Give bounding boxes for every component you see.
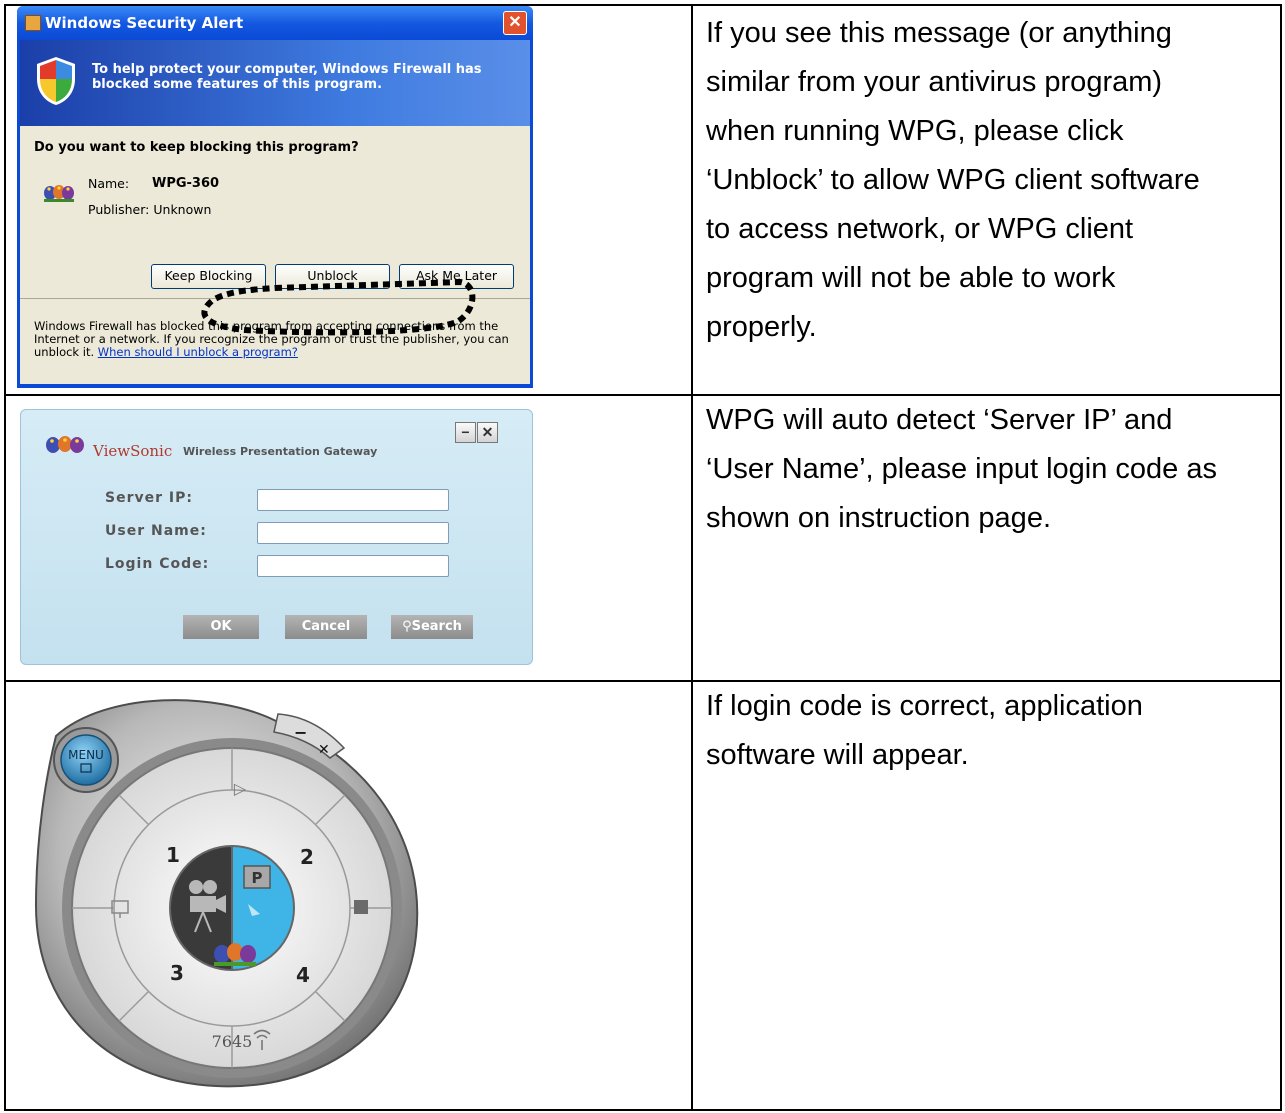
row1-line: program will not be able to work	[706, 262, 1116, 294]
shield-small-icon	[25, 15, 41, 31]
login-code-display: 7645	[212, 1032, 253, 1051]
name-value: WPG-360	[152, 176, 220, 191]
row1-line: to access network, or WPG client	[706, 213, 1134, 245]
dialog-title: Windows Security Alert	[45, 14, 244, 32]
viewsonic-birds-icon	[214, 943, 256, 966]
publisher-line: Publisher: Unknown	[88, 202, 211, 217]
cancel-button[interactable]: Cancel	[285, 615, 367, 639]
minimize-button[interactable]: −	[455, 422, 476, 443]
quadrant-2-label[interactable]: 2	[300, 845, 314, 869]
user-name-label: User Name:	[105, 523, 207, 539]
table-border-left	[4, 4, 6, 1111]
row2-line: WPG will auto detect ‘Server IP’ and	[706, 404, 1173, 436]
minimize-button[interactable]: −	[294, 723, 307, 742]
quadrant-1-label[interactable]: 1	[166, 843, 180, 867]
quadrant-4-label[interactable]: 4	[296, 963, 310, 987]
stop-button[interactable]	[354, 900, 368, 914]
publisher-value: Unknown	[153, 202, 212, 217]
dial-application: P 1 2 3 4 ▷ 7645 − ✕ MENU	[34, 699, 419, 1088]
server-ip-input[interactable]	[257, 489, 449, 511]
divider	[20, 298, 530, 299]
row3-description: If login code is correct, application so…	[706, 682, 1276, 780]
brand-name: ViewSonic	[93, 442, 173, 460]
table-border-right	[1280, 4, 1282, 1111]
table-border-bottom	[4, 1109, 1282, 1111]
dialog-titlebar[interactable]: Windows Security Alert	[17, 6, 533, 40]
magnifier-icon: ⚲	[402, 619, 412, 634]
name-label: Name:	[88, 176, 130, 191]
row1-line: similar from your antivirus program)	[706, 66, 1163, 98]
row1-line: when running WPG, please click	[706, 115, 1124, 147]
dialog-banner: To help protect your computer, Windows F…	[20, 40, 530, 126]
login-subtitle: Wireless Presentation Gateway	[183, 445, 378, 458]
row1-line: ‘Unblock’ to allow WPG client software	[706, 164, 1200, 196]
viewsonic-logo-icon	[46, 436, 84, 453]
server-ip-label: Server IP:	[105, 490, 193, 506]
security-alert-dialog: Windows Security Alert ✕ To help protect…	[17, 6, 533, 388]
question-text: Do you want to keep blocking this progra…	[34, 140, 359, 155]
close-button[interactable]: ✕	[477, 422, 498, 443]
shield-icon	[37, 57, 75, 105]
row3-line: software will appear.	[706, 739, 969, 771]
row2-line: shown on instruction page.	[706, 502, 1051, 534]
login-code-label: Login Code:	[105, 556, 210, 572]
search-button-label: Search	[411, 619, 462, 634]
ask-me-later-button[interactable]: Ask Me Later	[399, 264, 514, 289]
dialog-body: Do you want to keep blocking this progra…	[20, 126, 530, 384]
unblock-help-link[interactable]: When should I unblock a program?	[98, 345, 298, 359]
user-name-input[interactable]	[257, 522, 449, 544]
row2-description: WPG will auto detect ‘Server IP’ and ‘Us…	[706, 396, 1276, 543]
row2-line: ‘User Name’, please input login code as	[706, 453, 1217, 485]
p-label: P	[252, 869, 263, 887]
play-button[interactable]: ▷	[234, 779, 247, 798]
close-button[interactable]: ✕	[318, 742, 330, 758]
menu-label: MENU	[68, 748, 104, 762]
footer-text: Windows Firewall has blocked this progra…	[34, 320, 520, 359]
unblock-button[interactable]: Unblock	[275, 264, 390, 289]
quadrant-3-label[interactable]: 3	[170, 961, 184, 985]
row1-description: If you see this message (or anything sim…	[706, 9, 1276, 352]
publisher-label: Publisher:	[88, 202, 150, 217]
table-column-divider	[691, 4, 693, 1111]
row1-line: properly.	[706, 311, 817, 343]
viewsonic-birds-icon	[44, 185, 74, 202]
login-window: ViewSonic Wireless Presentation Gateway …	[20, 409, 533, 665]
close-button[interactable]: ✕	[503, 11, 527, 35]
keep-blocking-button[interactable]: Keep Blocking	[151, 264, 266, 289]
row3-line: If login code is correct, application	[706, 690, 1143, 722]
banner-text: To help protect your computer, Windows F…	[92, 62, 482, 92]
login-code-input[interactable]	[257, 555, 449, 577]
row1-line: If you see this message (or anything	[706, 17, 1172, 49]
ok-button[interactable]: OK	[183, 615, 259, 639]
search-button[interactable]: ⚲Search	[391, 615, 473, 639]
